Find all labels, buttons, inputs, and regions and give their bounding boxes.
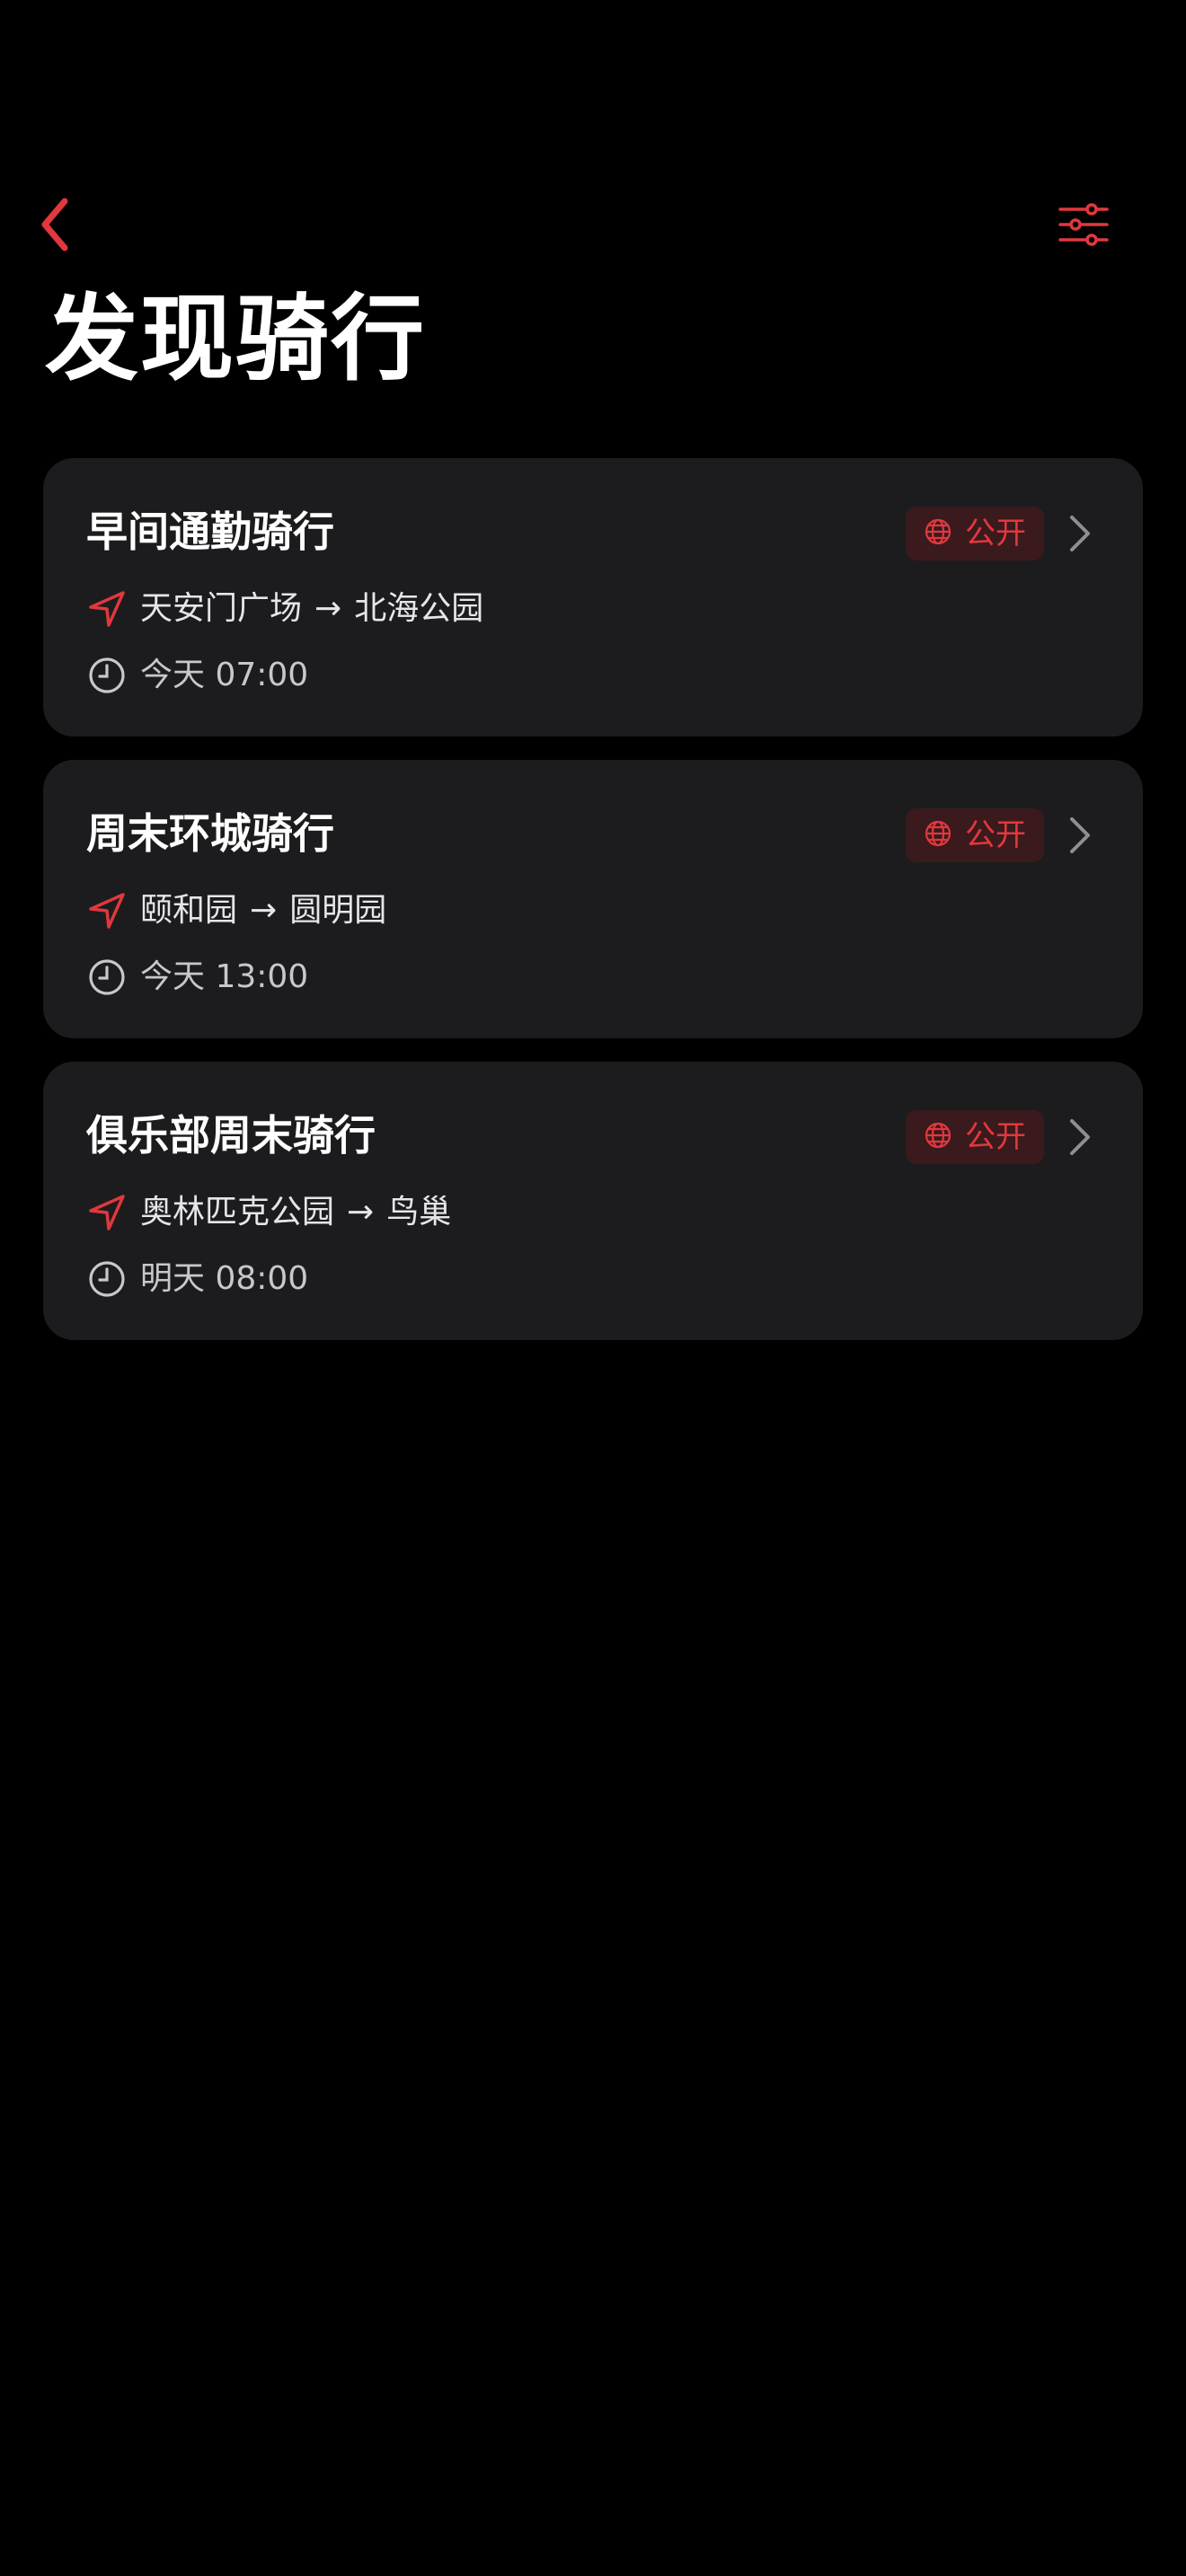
route-end: 圆明园 (289, 892, 387, 929)
ride-card[interactable]: 早间通勤骑行 公开 天安门广场 → 北海公园 今天 07:00 (43, 458, 1143, 737)
route-text: 奥林匹克公园 → 鸟巢 (140, 1191, 451, 1234)
ride-time: 今天 07:00 (140, 657, 309, 693)
public-badge: 公开 (906, 808, 1044, 862)
ride-name: 早间通勤骑行 (86, 507, 334, 556)
ride-time: 明天 08:00 (140, 1260, 309, 1297)
ride-list: 早间通勤骑行 公开 天安门广场 → 北海公园 今天 07:00 周末环城骑行 公… (43, 458, 1143, 1363)
navigation-arrow-icon (86, 1192, 128, 1233)
globe-icon (924, 517, 952, 550)
ride-time: 今天 13:00 (140, 958, 309, 995)
chevron-right-icon (1062, 512, 1098, 555)
globe-icon (924, 819, 952, 851)
navigation-arrow-icon (86, 588, 128, 630)
route-text: 天安门广场 → 北海公园 (140, 587, 483, 631)
ride-card[interactable]: 俱乐部周末骑行 公开 奥林匹克公园 → 鸟巢 明天 08:00 (43, 1062, 1143, 1340)
badge-label: 公开 (965, 1119, 1026, 1155)
route-start: 颐和园 (140, 892, 238, 929)
chevron-right-icon (1062, 1116, 1098, 1159)
route-text: 颐和园 → 圆明园 (140, 889, 386, 932)
clock-icon (86, 1258, 128, 1300)
ride-card[interactable]: 周末环城骑行 公开 颐和园 → 圆明园 今天 13:00 (43, 760, 1143, 1038)
route-end: 北海公园 (354, 590, 484, 627)
route-arrow: → (347, 1194, 375, 1231)
ride-name: 俱乐部周末骑行 (86, 1111, 376, 1160)
route-row: 奥林匹克公园 → 鸟巢 (86, 1187, 451, 1238)
public-badge: 公开 (906, 507, 1044, 560)
filter-button[interactable] (1048, 192, 1120, 260)
globe-icon (924, 1121, 952, 1153)
badge-label: 公开 (965, 817, 1026, 853)
time-row: 今天 07:00 (86, 650, 308, 701)
badge-label: 公开 (965, 516, 1026, 551)
chevron-left-icon (36, 196, 72, 257)
ride-name: 周末环城骑行 (86, 809, 334, 858)
clock-icon (86, 957, 128, 998)
route-row: 天安门广场 → 北海公园 (86, 584, 483, 634)
route-arrow: → (314, 590, 342, 627)
route-row: 颐和园 → 圆明园 (86, 886, 386, 936)
navigation-bar (0, 180, 1186, 273)
route-arrow: → (250, 892, 278, 929)
back-button[interactable] (25, 194, 83, 259)
chevron-right-icon (1062, 814, 1098, 857)
page-title: 发现骑行 (45, 284, 427, 393)
route-start: 天安门广场 (140, 590, 303, 627)
time-row: 明天 08:00 (86, 1254, 308, 1304)
public-badge: 公开 (906, 1110, 1044, 1164)
sliders-icon (1058, 202, 1109, 251)
route-start: 奥林匹克公园 (140, 1194, 335, 1231)
time-row: 今天 13:00 (86, 952, 308, 1002)
route-end: 鸟巢 (386, 1194, 452, 1231)
navigation-arrow-icon (86, 890, 128, 931)
clock-icon (86, 655, 128, 696)
